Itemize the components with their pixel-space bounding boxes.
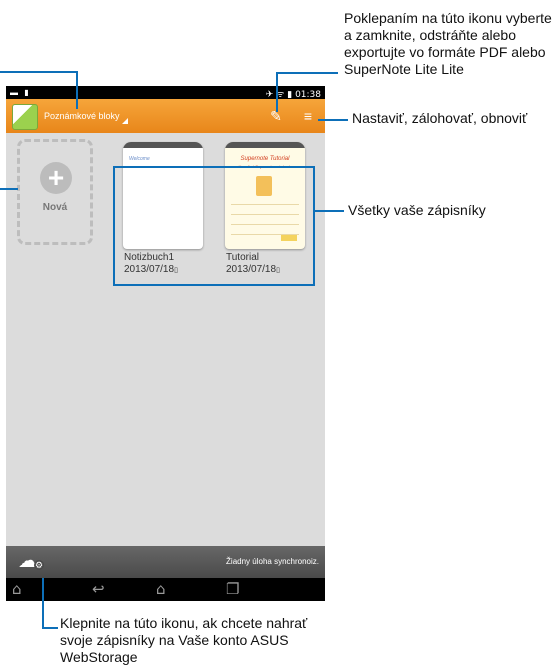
notebooks-highlight-frame xyxy=(113,166,315,286)
gear-icon: ⚙ xyxy=(34,560,44,570)
plus-icon: + xyxy=(40,162,72,194)
app-icon[interactable] xyxy=(12,104,38,130)
callout-line xyxy=(76,71,78,109)
device-screen: ▬ ▮ ✈ ᯤ ▮ 01:38 Poznámkové bloky ✎ ≡ + N… xyxy=(6,86,325,601)
callout-line xyxy=(42,627,58,629)
callout-line xyxy=(0,188,18,190)
callout-line xyxy=(314,210,344,212)
callout-edit-text: Poklepaním na túto ikonu vyberte a zamkn… xyxy=(344,10,552,77)
sync-bar: ☁ ⚙ Žiadny úloha synchronoiz. xyxy=(6,546,325,578)
menu-icon[interactable]: ≡ xyxy=(301,107,315,125)
callout-line xyxy=(276,72,338,74)
notebook-spine xyxy=(123,142,203,148)
home-icon[interactable]: ⌂ xyxy=(12,581,22,598)
new-notebook-label: Nová xyxy=(42,202,68,213)
notebook-dropdown-title[interactable]: Poznámkové bloky xyxy=(44,111,120,121)
recent-apps-icon[interactable]: ❐ xyxy=(226,581,239,598)
callout-line xyxy=(318,119,348,121)
callout-line xyxy=(42,578,44,628)
callout-line xyxy=(276,72,278,112)
notebook-spine xyxy=(225,142,305,148)
notebook-preview-text: Welcome xyxy=(129,156,150,162)
callout-upload-text: Klepnite na túto ikonu, ak chcete nahrať… xyxy=(60,615,308,665)
callout-notebooks-text: Všetky vaše zápisníky xyxy=(348,202,486,218)
home-icon[interactable]: ⌂ xyxy=(156,581,166,598)
dropdown-caret-icon xyxy=(122,118,128,124)
back-icon[interactable]: ↩ xyxy=(92,581,105,598)
callout-line xyxy=(0,71,77,73)
status-left-icons: ▬ ▮ xyxy=(10,88,31,97)
sync-status-text: Žiadny úloha synchronoiz. xyxy=(226,557,319,566)
callout-settings-text: Nastaviť, zálohovať, obnoviť xyxy=(352,110,528,126)
navigation-bar: ⌂ ↩ ⌂ ❐ xyxy=(6,578,325,601)
notebook-preview-title: Supernote Tutorial xyxy=(240,156,290,162)
new-notebook-button[interactable]: + Nová xyxy=(17,139,93,245)
